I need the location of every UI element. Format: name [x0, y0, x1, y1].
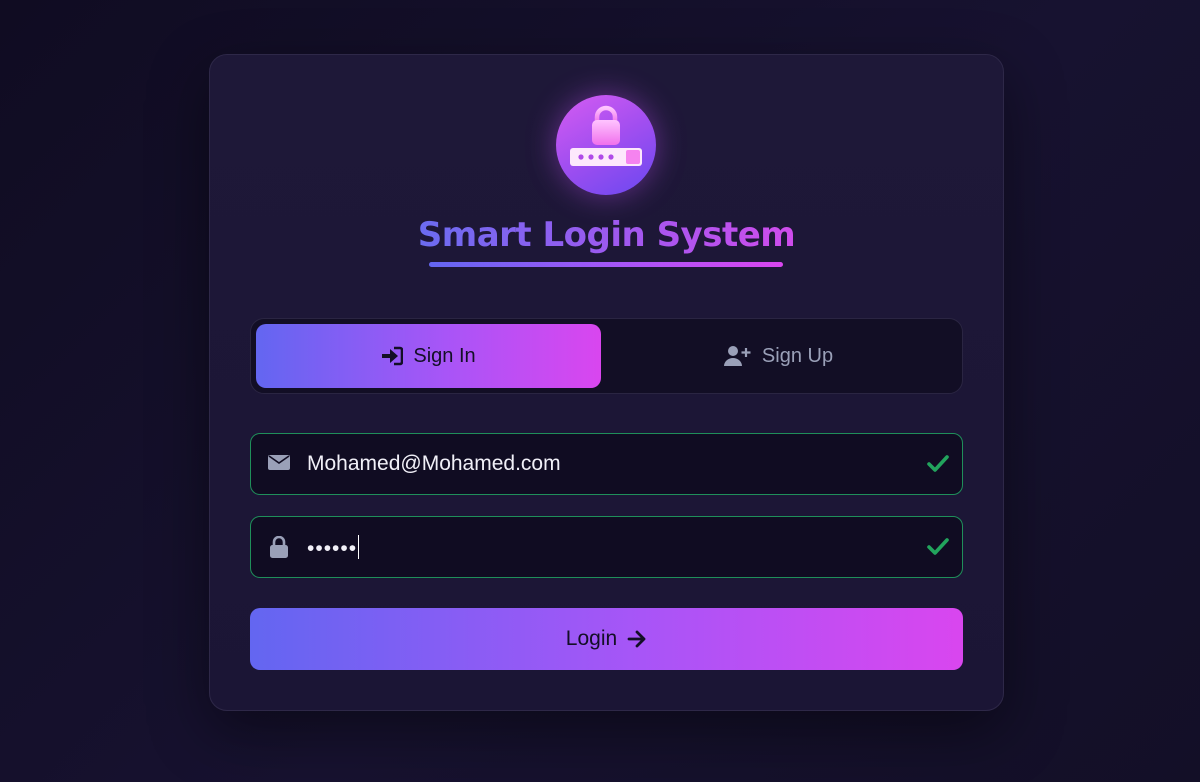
password-dots: ••••••: [307, 537, 358, 560]
lock-icon: [270, 536, 288, 558]
lock-logo-icon: [556, 95, 656, 195]
title-underline: [429, 262, 783, 267]
login-button-label: Login: [565, 627, 618, 650]
text-caret: [358, 535, 360, 559]
email-field[interactable]: Mohamed@Mohamed.com: [250, 433, 963, 495]
password-field[interactable]: ••••••: [250, 516, 963, 578]
login-card: Smart Login System Sign In Sign Up Moham…: [209, 54, 1004, 711]
auth-tabs: Sign In Sign Up: [250, 318, 963, 394]
tab-sign-in[interactable]: Sign In: [256, 324, 601, 388]
page-title: Smart Login System: [210, 215, 1003, 261]
user-plus-icon: [723, 346, 751, 366]
tab-sign-up-label: Sign Up: [761, 344, 834, 367]
login-button[interactable]: Login: [250, 608, 963, 670]
email-value: Mohamed@Mohamed.com: [307, 452, 561, 475]
check-icon: [927, 455, 949, 472]
check-icon: [927, 538, 949, 555]
envelope-icon: [268, 455, 290, 470]
sign-in-icon: [382, 346, 404, 366]
tab-sign-up[interactable]: Sign Up: [606, 324, 951, 388]
tab-sign-in-label: Sign In: [413, 344, 476, 367]
page-title-text: Smart Login System: [418, 215, 796, 261]
arrow-right-icon: [627, 630, 646, 648]
password-value: ••••••: [307, 535, 360, 561]
